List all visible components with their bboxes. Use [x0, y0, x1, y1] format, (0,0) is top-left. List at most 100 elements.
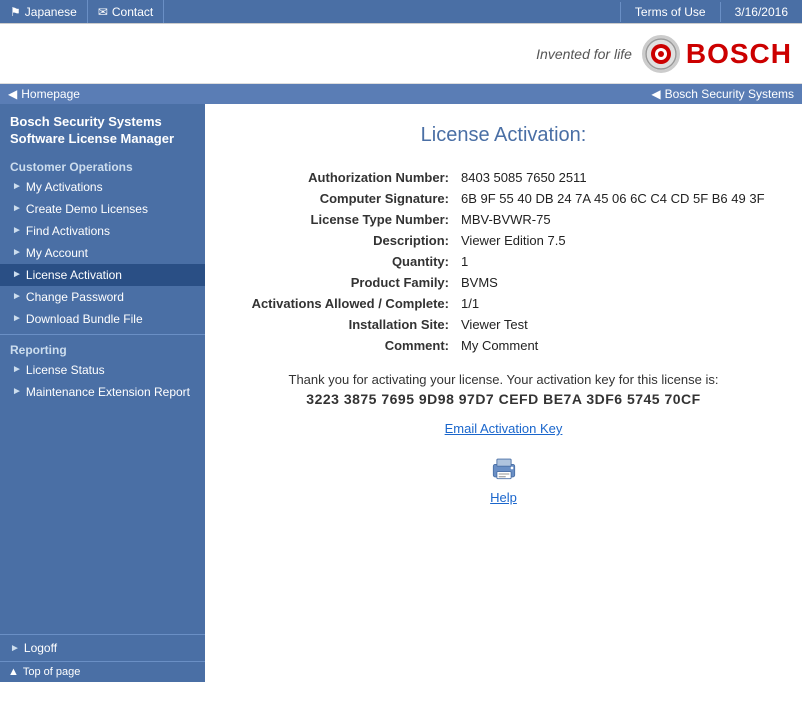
sidebar-title: Bosch Security Systems Software License …	[0, 104, 205, 154]
reporting-section-label: Reporting	[0, 334, 205, 359]
sidebar-item-my-account[interactable]: ► My Account	[0, 242, 205, 264]
info-table: Authorization Number: 8403 5085 7650 251…	[235, 167, 772, 356]
sidebar-label: Maintenance Extension Report	[26, 385, 190, 399]
top-bar-left: ⚑ Japanese ✉ Contact	[0, 0, 620, 23]
arrow-icon: ►	[12, 181, 22, 192]
table-row: Installation Site: Viewer Test	[235, 314, 772, 335]
main-layout: Bosch Security Systems Software License …	[0, 104, 802, 682]
table-row: Comment: My Comment	[235, 335, 772, 356]
top-of-page-label: Top of page	[23, 666, 81, 678]
sidebar-label: Download Bundle File	[26, 312, 143, 326]
sidebar-label: Find Activations	[26, 224, 110, 238]
field-value: 6B 9F 55 40 DB 24 7A 45 06 6C C4 CD 5F B…	[455, 188, 772, 209]
japanese-label: Japanese	[25, 5, 77, 19]
bosch-name: BOSCH	[686, 38, 792, 70]
table-row: Quantity: 1	[235, 251, 772, 272]
table-row: License Type Number: MBV-BVWR-75	[235, 209, 772, 230]
sidebar-item-maintenance-extension-report[interactable]: ► Maintenance Extension Report	[0, 381, 205, 403]
breadcrumb-bar: ◀ Homepage ◀ Bosch Security Systems	[0, 84, 802, 104]
bosch-emblem	[642, 35, 680, 73]
sidebar-label: License Status	[26, 363, 105, 377]
bosch-security-link[interactable]: Bosch Security Systems	[665, 87, 794, 101]
sidebar-label: Change Password	[26, 290, 124, 304]
breadcrumb-left[interactable]: ◀ Homepage	[8, 87, 80, 101]
contact-icon: ✉	[98, 5, 108, 19]
logoff-button[interactable]: ► Logoff	[0, 635, 205, 661]
content-area: License Activation: Authorization Number…	[205, 104, 802, 682]
table-row: Authorization Number: 8403 5085 7650 251…	[235, 167, 772, 188]
sidebar-item-create-demo-licenses[interactable]: ► Create Demo Licenses	[0, 198, 205, 220]
top-bar-right: Terms of Use 3/16/2016	[620, 0, 802, 23]
thank-you-message: Thank you for activating your license. Y…	[235, 372, 772, 387]
field-value: Viewer Test	[455, 314, 772, 335]
sidebar-title-line2: Software License Manager	[10, 131, 174, 146]
field-value: 1	[455, 251, 772, 272]
table-row: Product Family: BVMS	[235, 272, 772, 293]
help-link[interactable]: Help	[490, 490, 517, 505]
top-of-page-button[interactable]: ▲ Top of page	[0, 661, 205, 682]
field-value: Viewer Edition 7.5	[455, 230, 772, 251]
field-value: 1/1	[455, 293, 772, 314]
japanese-button[interactable]: ⚑ Japanese	[0, 0, 88, 23]
field-label: Description:	[235, 230, 455, 251]
breadcrumb-right[interactable]: ◀ Bosch Security Systems	[651, 87, 794, 101]
flag-icon: ⚑	[10, 5, 21, 19]
field-value: MBV-BVWR-75	[455, 209, 772, 230]
page-title: License Activation:	[235, 124, 772, 147]
sidebar-item-change-password[interactable]: ► Change Password	[0, 286, 205, 308]
sidebar-item-license-status[interactable]: ► License Status	[0, 359, 205, 381]
print-section: Help	[235, 450, 772, 505]
breadcrumb-arrow-left: ◀	[8, 87, 17, 101]
field-label: Quantity:	[235, 251, 455, 272]
field-label: Product Family:	[235, 272, 455, 293]
print-button[interactable]	[486, 450, 522, 486]
sidebar-label: My Activations	[26, 180, 103, 194]
sidebar-item-my-activations[interactable]: ► My Activations	[0, 176, 205, 198]
sidebar-label: License Activation	[26, 268, 122, 282]
sidebar-label: Create Demo Licenses	[26, 202, 148, 216]
tagline: Invented for life	[536, 46, 632, 62]
field-label: License Type Number:	[235, 209, 455, 230]
table-row: Description: Viewer Edition 7.5	[235, 230, 772, 251]
field-value: My Comment	[455, 335, 772, 356]
field-label: Authorization Number:	[235, 167, 455, 188]
sidebar-bottom: ► Logoff ▲ Top of page	[0, 634, 205, 682]
arrow-icon: ►	[12, 225, 22, 236]
arrow-icon: ►	[12, 386, 22, 397]
table-row: Activations Allowed / Complete: 1/1	[235, 293, 772, 314]
arrow-icon: ►	[12, 291, 22, 302]
date-display: 3/16/2016	[721, 2, 802, 22]
bosch-logo: BOSCH	[642, 35, 792, 73]
arrow-icon: ►	[12, 203, 22, 214]
arrow-icon: ►	[10, 643, 20, 654]
sidebar-item-download-bundle-file[interactable]: ► Download Bundle File	[0, 308, 205, 330]
sidebar-label: My Account	[26, 246, 88, 260]
logo-bar: Invented for life BOSCH	[0, 24, 802, 84]
table-row: Computer Signature: 6B 9F 55 40 DB 24 7A…	[235, 188, 772, 209]
logoff-label: Logoff	[24, 641, 57, 655]
field-label: Activations Allowed / Complete:	[235, 293, 455, 314]
breadcrumb-arrow-right: ◀	[651, 87, 660, 101]
field-label: Comment:	[235, 335, 455, 356]
sidebar-item-find-activations[interactable]: ► Find Activations	[0, 220, 205, 242]
contact-button[interactable]: ✉ Contact	[88, 0, 164, 23]
arrow-icon: ►	[12, 313, 22, 324]
field-label: Computer Signature:	[235, 188, 455, 209]
homepage-link[interactable]: Homepage	[21, 87, 80, 101]
arrow-icon: ►	[12, 269, 22, 280]
email-activation-key-link[interactable]: Email Activation Key	[235, 421, 772, 436]
activation-key-display: 3223 3875 7695 9D98 97D7 CEFD BE7A 3DF6 …	[235, 391, 772, 407]
field-value: 8403 5085 7650 2511	[455, 167, 772, 188]
sidebar: Bosch Security Systems Software License …	[0, 104, 205, 682]
arrow-icon: ►	[12, 247, 22, 258]
contact-label: Contact	[112, 5, 153, 19]
sidebar-item-license-activation[interactable]: ► License Activation	[0, 264, 205, 286]
terms-link[interactable]: Terms of Use	[620, 2, 721, 22]
field-value: BVMS	[455, 272, 772, 293]
top-arrow-icon: ▲	[8, 666, 19, 678]
sidebar-title-line1: Bosch Security Systems	[10, 114, 162, 129]
sidebar-top: Bosch Security Systems Software License …	[0, 104, 205, 403]
field-label: Installation Site:	[235, 314, 455, 335]
customer-ops-label: Customer Operations	[0, 154, 205, 176]
arrow-icon: ►	[12, 364, 22, 375]
